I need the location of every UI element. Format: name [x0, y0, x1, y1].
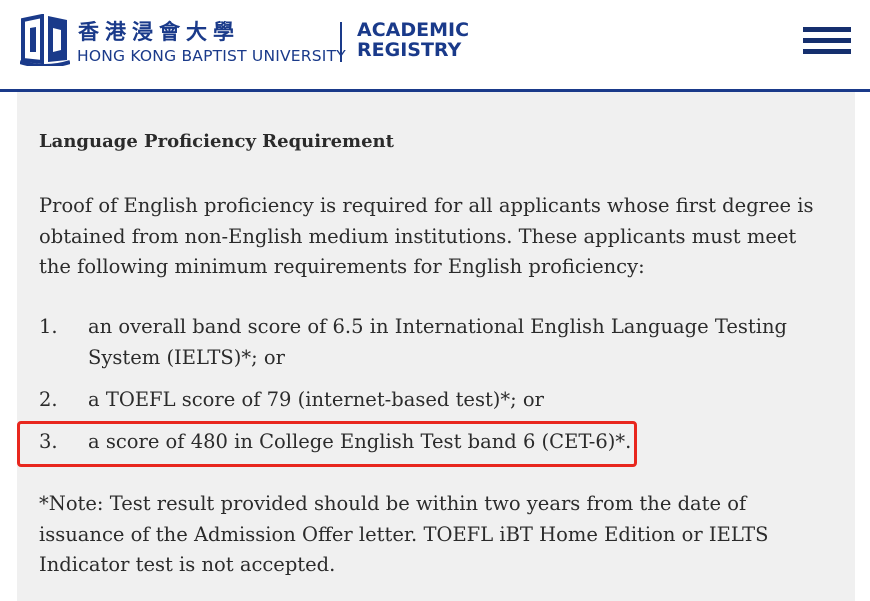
- university-name-chinese[interactable]: 香港浸會大學: [78, 16, 240, 46]
- hkbu-logo-icon[interactable]: [19, 13, 71, 70]
- header-divider: [340, 22, 342, 62]
- item-number: 2.: [39, 388, 58, 411]
- item-number: 1.: [39, 315, 58, 338]
- item-text: an overall band score of 6.5 in Internat…: [88, 315, 788, 369]
- highlight-box: [17, 421, 637, 467]
- note-paragraph: *Note: Test result provided should be wi…: [39, 492, 769, 576]
- department-title-line2: REGISTRY: [357, 39, 462, 61]
- department-title[interactable]: ACADEMIC REGISTRY: [357, 20, 469, 60]
- item-text: a TOEFL score of 79 (internet-based test…: [88, 388, 544, 411]
- hamburger-menu-icon[interactable]: [803, 27, 851, 57]
- site-header: 香港浸會大學 HONG KONG BAPTIST UNIVERSITY ACAD…: [0, 0, 870, 92]
- section-heading: Language Proficiency Requirement: [39, 131, 394, 152]
- department-title-line1: ACADEMIC: [357, 19, 470, 41]
- university-name-english[interactable]: HONG KONG BAPTIST UNIVERSITY: [77, 47, 346, 65]
- intro-paragraph: Proof of English proficiency is required…: [39, 194, 814, 278]
